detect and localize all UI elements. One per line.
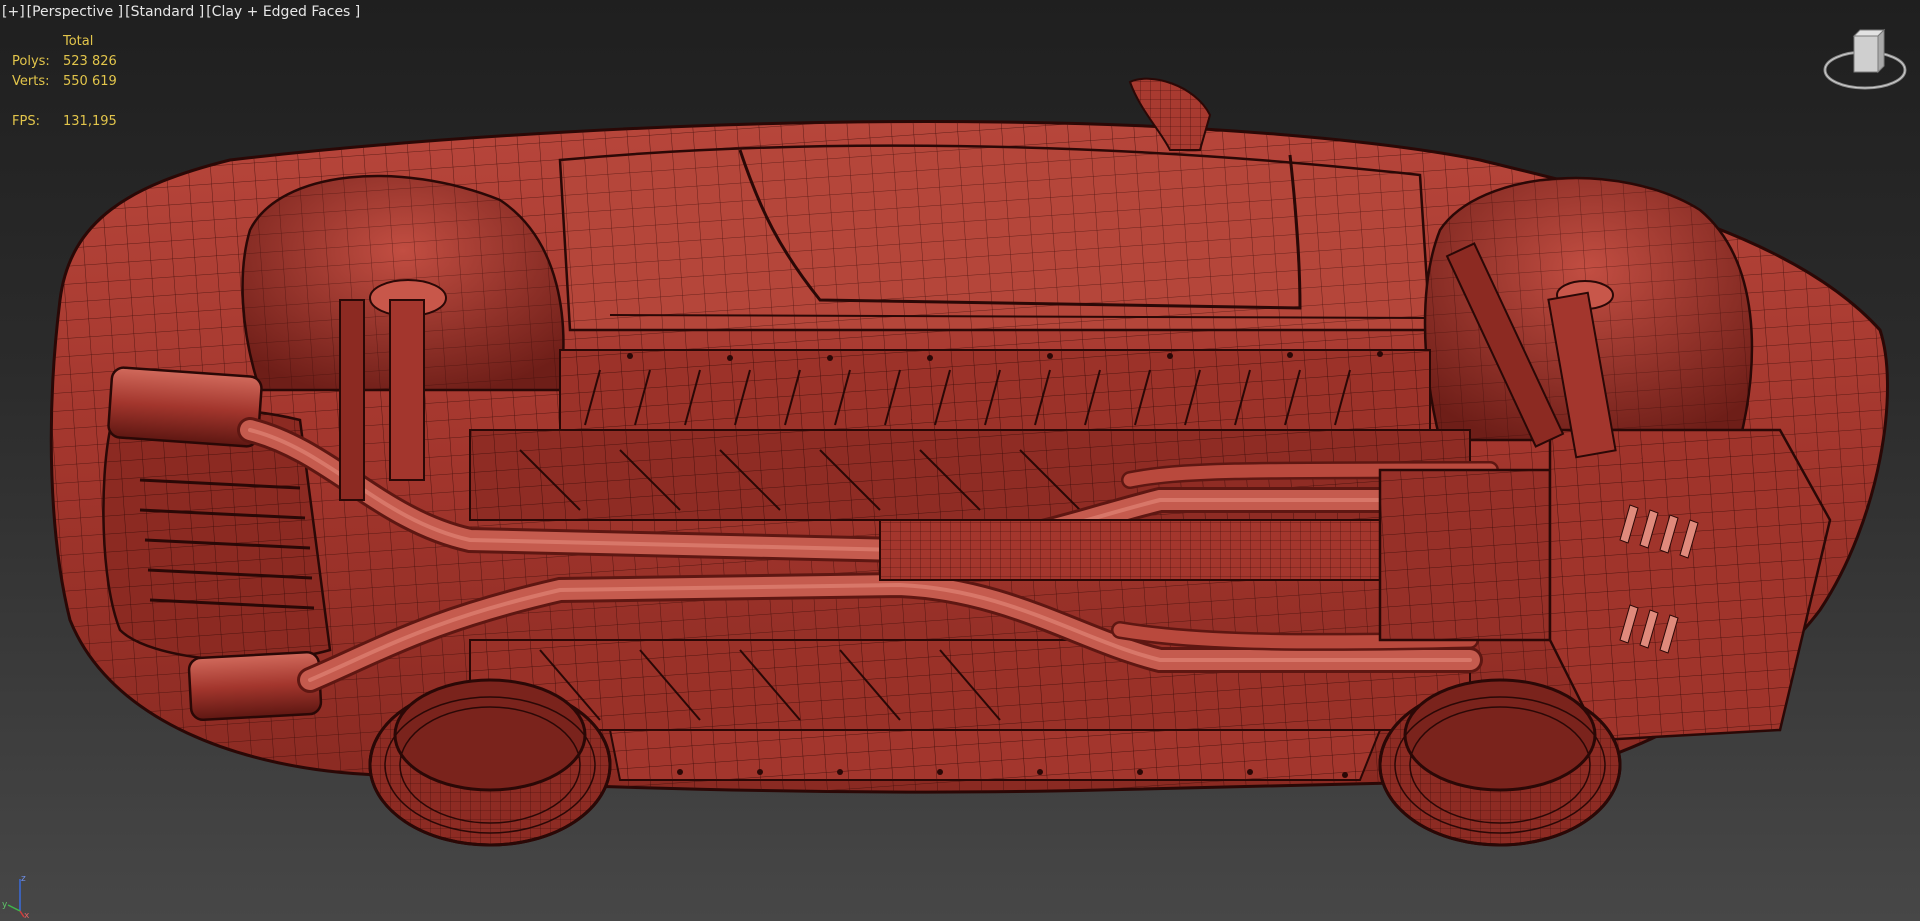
car-underbody-mesh[interactable] [0,0,1920,921]
axis-y-label: y [2,900,8,910]
axis-z-label: z [21,874,26,884]
axis-x-label: x [24,911,30,919]
viewcube-icon[interactable] [1820,28,1910,94]
axis-tripod-icon: z y x [2,874,30,919]
